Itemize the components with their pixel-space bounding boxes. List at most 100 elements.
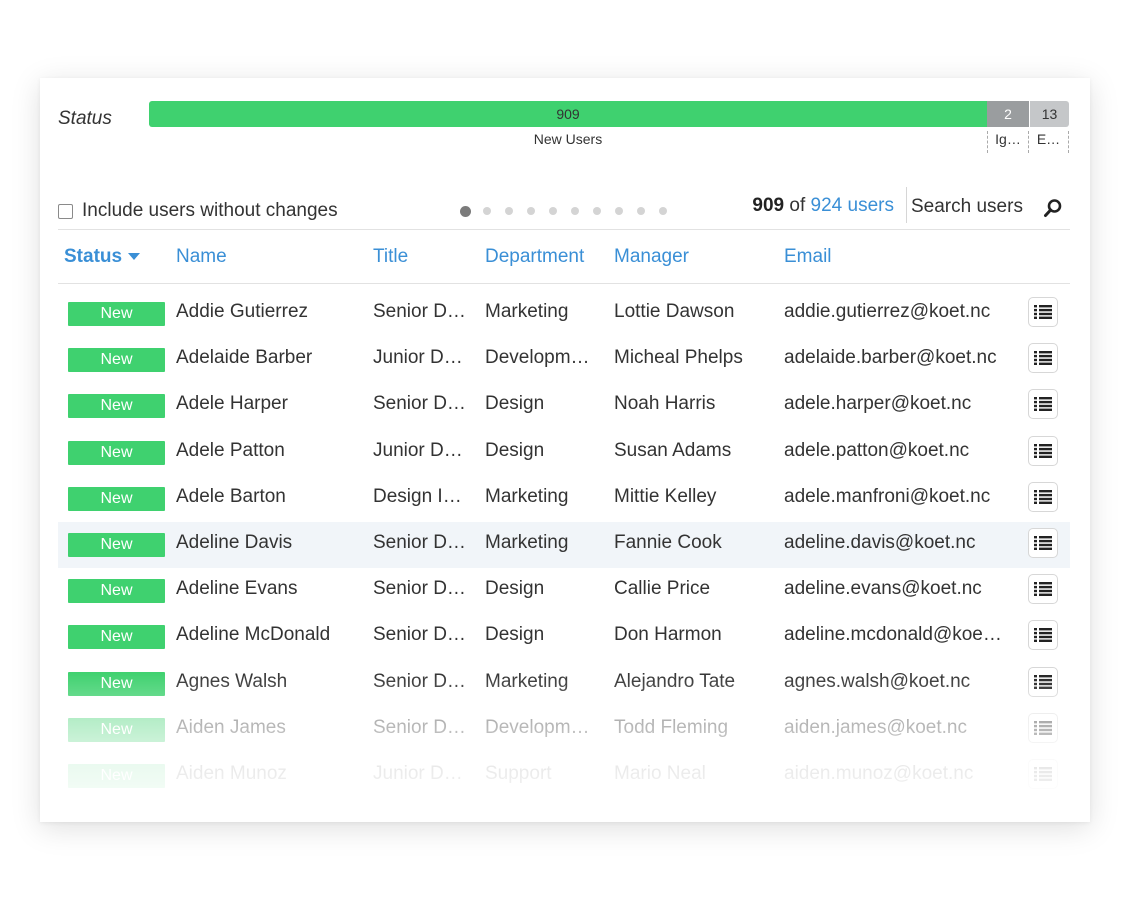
table-row[interactable]: New Adeline McDonald Senior D… Design Don Ha… [58, 614, 1070, 660]
pagination-dot[interactable] [659, 207, 667, 215]
row-details-button[interactable] [1028, 527, 1058, 558]
cell-email: adele.patton@koet.nc [784, 439, 970, 461]
row-details-button[interactable] [1028, 666, 1058, 697]
search-icon[interactable] [1042, 197, 1064, 219]
cell-department: Support [485, 762, 552, 784]
cell-title: Senior D… [373, 624, 466, 646]
table-row[interactable]: New Adelaide Barber Junior D… Developm… Mich… [58, 337, 1070, 383]
status-badge: New [68, 486, 165, 511]
cell-email: adeline.davis@koet.nc [784, 531, 976, 553]
pagination-dot[interactable] [483, 207, 491, 215]
pagination-dot[interactable] [527, 207, 535, 215]
pagination-dot[interactable] [615, 207, 623, 215]
row-details-button[interactable] [1028, 389, 1058, 420]
cell-manager: Mittie Kelley [614, 485, 717, 507]
list-icon [1034, 489, 1052, 504]
row-details-button[interactable] [1028, 758, 1058, 789]
include-unchanged-toggle[interactable]: Include users without changes [58, 200, 338, 222]
table-row[interactable]: New Agnes Walsh Senior D… Marketing Alejandr… [58, 661, 1070, 707]
pagination-dot[interactable] [505, 207, 513, 215]
table-row[interactable]: New Aiden James Senior D… Developm… Todd Fle… [58, 707, 1070, 753]
row-details-button[interactable] [1028, 435, 1058, 466]
cell-department: Design [485, 393, 545, 415]
pagination-dot[interactable] [571, 207, 579, 215]
cell-title: Senior D… [373, 301, 466, 322]
list-icon [1034, 443, 1052, 458]
pagination-dot[interactable] [593, 207, 601, 215]
column-header-status[interactable]: Status [64, 246, 141, 268]
row-details-button[interactable] [1028, 620, 1058, 651]
cell-name: Adele Patton [176, 439, 285, 461]
column-header-email[interactable]: Email [784, 246, 832, 268]
table-row[interactable]: New Adele Barton Design I… Marketing Mittie … [58, 476, 1070, 522]
pagination-dot[interactable] [637, 207, 645, 215]
row-details-button[interactable] [1028, 297, 1058, 327]
cell-title: Senior D… [373, 670, 466, 692]
cell-department: Marketing [485, 485, 569, 507]
pagination-dots [460, 205, 681, 217]
status-badge: New [68, 302, 165, 326]
table-row[interactable]: New Adele Patton Junior D… Design Susan Adam… [58, 430, 1070, 476]
user-table-body: New Addie Gutierrez Senior D… Marketing Lott… [58, 291, 1070, 799]
cell-department: Marketing [485, 670, 569, 692]
list-icon [1034, 397, 1052, 412]
cell-manager: Don Harmon [614, 624, 722, 646]
table-header: Status Name Title Department Manager Ema… [58, 231, 1070, 284]
cell-manager: Micheal Phelps [614, 347, 743, 369]
cell-email: adeline.evans@koet.nc [784, 578, 982, 600]
include-unchanged-label: Include users without changes [82, 200, 338, 221]
table-row[interactable]: New Addie Gutierrez Senior D… Marketing Lott… [58, 291, 1070, 337]
pagination-dot[interactable] [549, 207, 557, 215]
cell-manager: Todd Fleming [614, 716, 729, 738]
list-icon [1034, 582, 1052, 597]
status-badge: New [68, 532, 165, 557]
cell-email: adele.harper@koet.nc [784, 393, 972, 415]
status-segment-errors[interactable]: 13 [1029, 101, 1069, 127]
cell-manager: Callie Price [614, 578, 711, 600]
status-badge: New [68, 763, 165, 788]
row-details-button[interactable] [1028, 574, 1058, 605]
cell-email: agnes.walsh@koet.nc [784, 670, 971, 692]
cell-title: Senior D… [373, 531, 466, 553]
cell-name: Adelaide Barber [176, 347, 313, 369]
column-header-title[interactable]: Title [373, 246, 408, 268]
status-segment-new[interactable]: 909 [149, 101, 987, 127]
users-review-panel: Status 909 2 13 New Users Ig… E… Include… [40, 78, 1090, 822]
user-count-shown: 909 [752, 195, 785, 216]
cell-manager: Fannie Cook [614, 531, 722, 553]
status-segment-new-label: New Users [533, 131, 603, 147]
column-header-department[interactable]: Department [485, 246, 584, 268]
status-badge: New [68, 348, 165, 373]
cell-department: Developm… [485, 347, 590, 369]
table-row[interactable]: New Adeline Davis Senior D… Marketing Fannie… [58, 521, 1070, 569]
status-segment-ignored[interactable]: 2 [987, 101, 1029, 127]
include-unchanged-checkbox[interactable] [58, 203, 73, 219]
table-row[interactable]: New Adele Harper Senior D… Design Noah Harri… [58, 383, 1070, 429]
column-header-name[interactable]: Name [176, 246, 227, 268]
row-details-button[interactable] [1028, 343, 1058, 374]
cell-email: aiden.munoz@koet.nc [784, 762, 974, 784]
cell-name: Adeline Davis [176, 531, 293, 553]
cell-department: Developm… [485, 716, 590, 738]
cell-name: Addie Gutierrez [176, 301, 309, 322]
column-header-manager[interactable]: Manager [614, 246, 689, 268]
table-top-divider [58, 229, 1070, 230]
table-row[interactable]: New Adeline Evans Senior D… Design Callie Pr… [58, 568, 1070, 614]
cell-email: aiden.james@koet.nc [784, 716, 967, 738]
cell-name: Aiden James [176, 716, 286, 738]
table-row[interactable]: New Aiden Munoz Junior D… Support Mario Neal… [58, 753, 1070, 799]
cell-department: Design [485, 439, 545, 461]
status-distribution-bar: 909 2 13 [149, 101, 1069, 127]
user-count-total-link[interactable]: 924 users [811, 195, 894, 216]
list-icon [1034, 535, 1052, 550]
status-segment-ignored-count: 2 [1004, 106, 1012, 122]
cell-email: adelaide.barber@koet.nc [784, 347, 997, 369]
cell-title: Senior D… [373, 393, 466, 415]
pagination-dot[interactable] [460, 205, 471, 217]
search-input[interactable] [911, 194, 1035, 220]
status-segment-errors-count: 13 [1041, 106, 1058, 122]
list-icon [1034, 720, 1052, 735]
list-icon [1034, 674, 1052, 689]
row-details-button[interactable] [1028, 481, 1058, 512]
row-details-button[interactable] [1028, 712, 1058, 743]
